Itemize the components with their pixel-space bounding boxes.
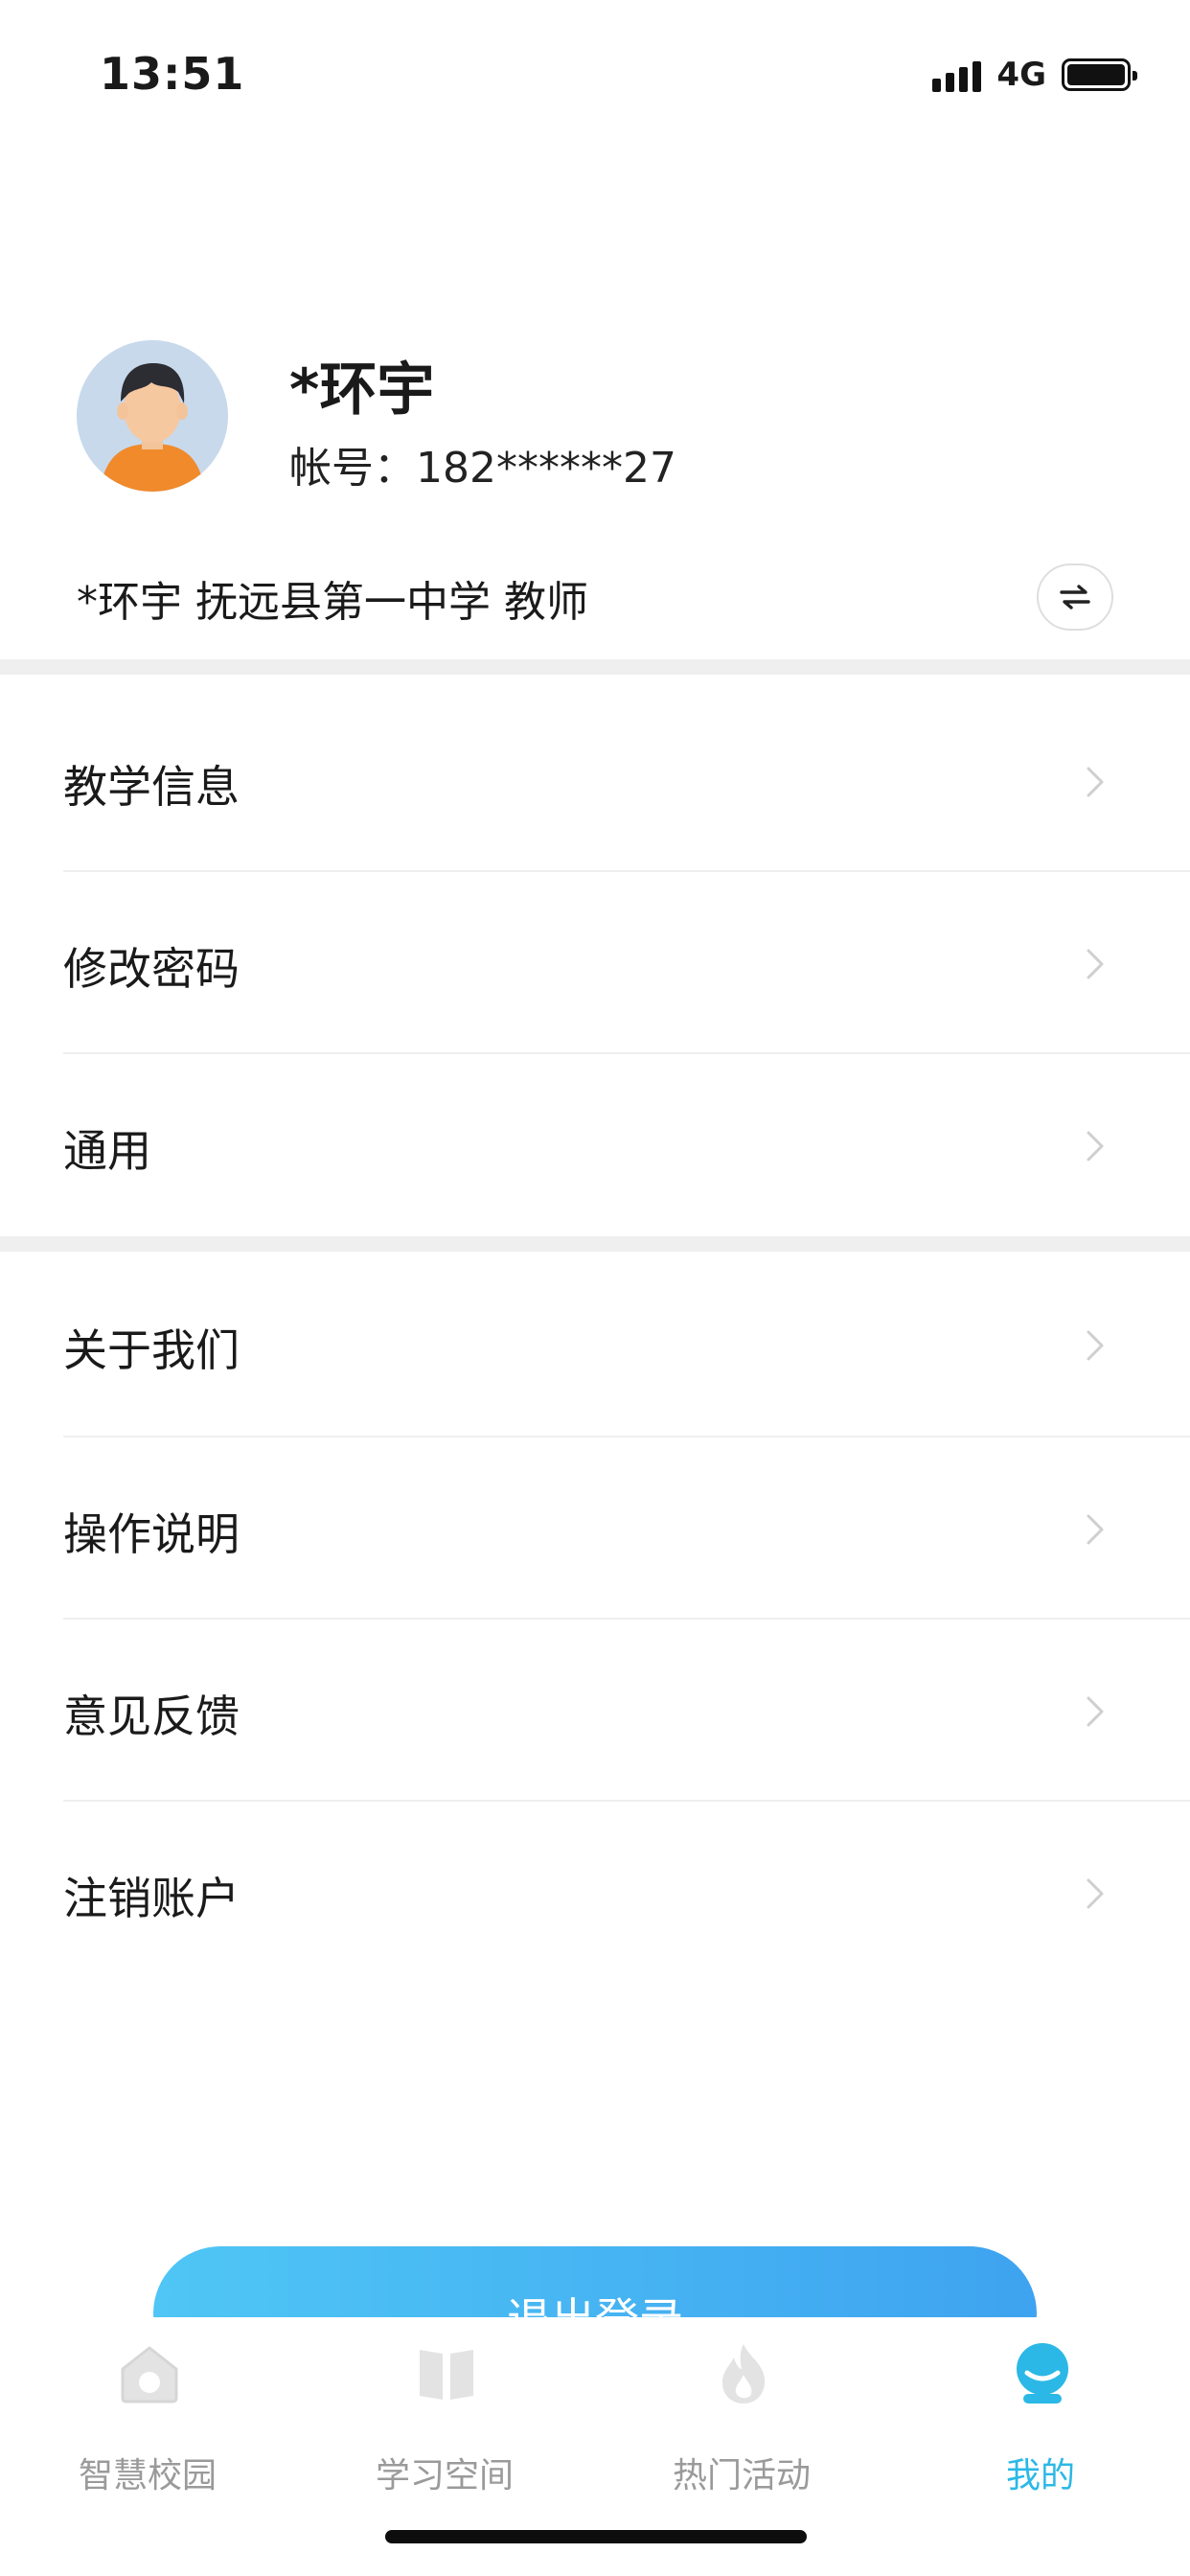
menu-item-label: 意见反馈 xyxy=(63,1690,240,1742)
profile-header[interactable]: *环宇 帐号：182******27 xyxy=(0,326,1190,498)
network-type: 4G xyxy=(996,56,1046,94)
chevron-right-icon xyxy=(1087,1878,1104,1909)
account-label: 帐号： xyxy=(289,444,416,493)
user-profile-icon xyxy=(1017,2343,1068,2404)
tab-label: 我的 xyxy=(1005,2456,1075,2496)
user-name: *环宇 xyxy=(289,356,435,424)
switch-role-button[interactable] xyxy=(1037,564,1113,631)
tab-hot-activities[interactable]: 热门活动 xyxy=(627,2340,857,2513)
switch-arrows-icon xyxy=(1060,585,1090,610)
menu-item-feedback[interactable]: 意见反馈 xyxy=(0,1620,1190,1802)
section-separator xyxy=(0,659,1190,675)
chevron-right-icon xyxy=(1087,1514,1104,1545)
menu-item-instructions[interactable]: 操作说明 xyxy=(0,1438,1190,1620)
flame-icon xyxy=(722,2344,766,2404)
tab-label: 学习空间 xyxy=(375,2456,514,2496)
tab-label: 智慧校园 xyxy=(78,2456,217,2496)
section-separator xyxy=(0,1236,1190,1252)
menu-item-label: 注销账户 xyxy=(63,1873,240,1924)
school-home-icon xyxy=(121,2346,178,2404)
tab-label: 热门活动 xyxy=(672,2456,811,2496)
tab-mine[interactable]: 我的 xyxy=(926,2340,1156,2513)
school-role-text: *环宇 抚远县第一中学 教师 xyxy=(77,578,588,627)
status-indicators: 4G xyxy=(932,56,1137,94)
menu-item-about-us[interactable]: 关于我们 xyxy=(0,1254,1190,1436)
menu-item-label: 关于我们 xyxy=(63,1324,240,1376)
chevron-right-icon xyxy=(1087,1330,1104,1361)
status-time: 13:51 xyxy=(100,48,245,100)
avatar[interactable] xyxy=(77,340,228,492)
book-icon xyxy=(420,2350,473,2400)
signal-icon xyxy=(932,58,982,92)
tab-smart-campus[interactable]: 智慧校园 xyxy=(33,2340,263,2513)
school-role-row: *环宇 抚远县第一中学 教师 xyxy=(0,556,1190,652)
tab-learning-space[interactable]: 学习空间 xyxy=(330,2340,560,2513)
account-line: 帐号：182******27 xyxy=(289,433,676,494)
chevron-right-icon xyxy=(1087,1696,1104,1727)
menu-item-general[interactable]: 通用 xyxy=(0,1054,1190,1236)
account-value: 182******27 xyxy=(416,444,676,493)
chevron-right-icon xyxy=(1087,1131,1104,1162)
menu-item-label: 教学信息 xyxy=(63,761,240,813)
menu-item-teaching-info[interactable]: 教学信息 xyxy=(0,690,1190,872)
status-bar: 13:51 4G xyxy=(0,0,1190,144)
battery-icon xyxy=(1062,58,1137,91)
menu-item-label: 操作说明 xyxy=(63,1508,240,1560)
chevron-right-icon xyxy=(1087,767,1104,797)
menu-item-change-password[interactable]: 修改密码 xyxy=(0,872,1190,1054)
menu-item-delete-account[interactable]: 注销账户 xyxy=(0,1802,1190,1984)
menu-item-label: 通用 xyxy=(63,1125,151,1177)
home-indicator xyxy=(385,2530,807,2543)
menu-item-label: 修改密码 xyxy=(63,943,240,995)
chevron-right-icon xyxy=(1087,949,1104,979)
